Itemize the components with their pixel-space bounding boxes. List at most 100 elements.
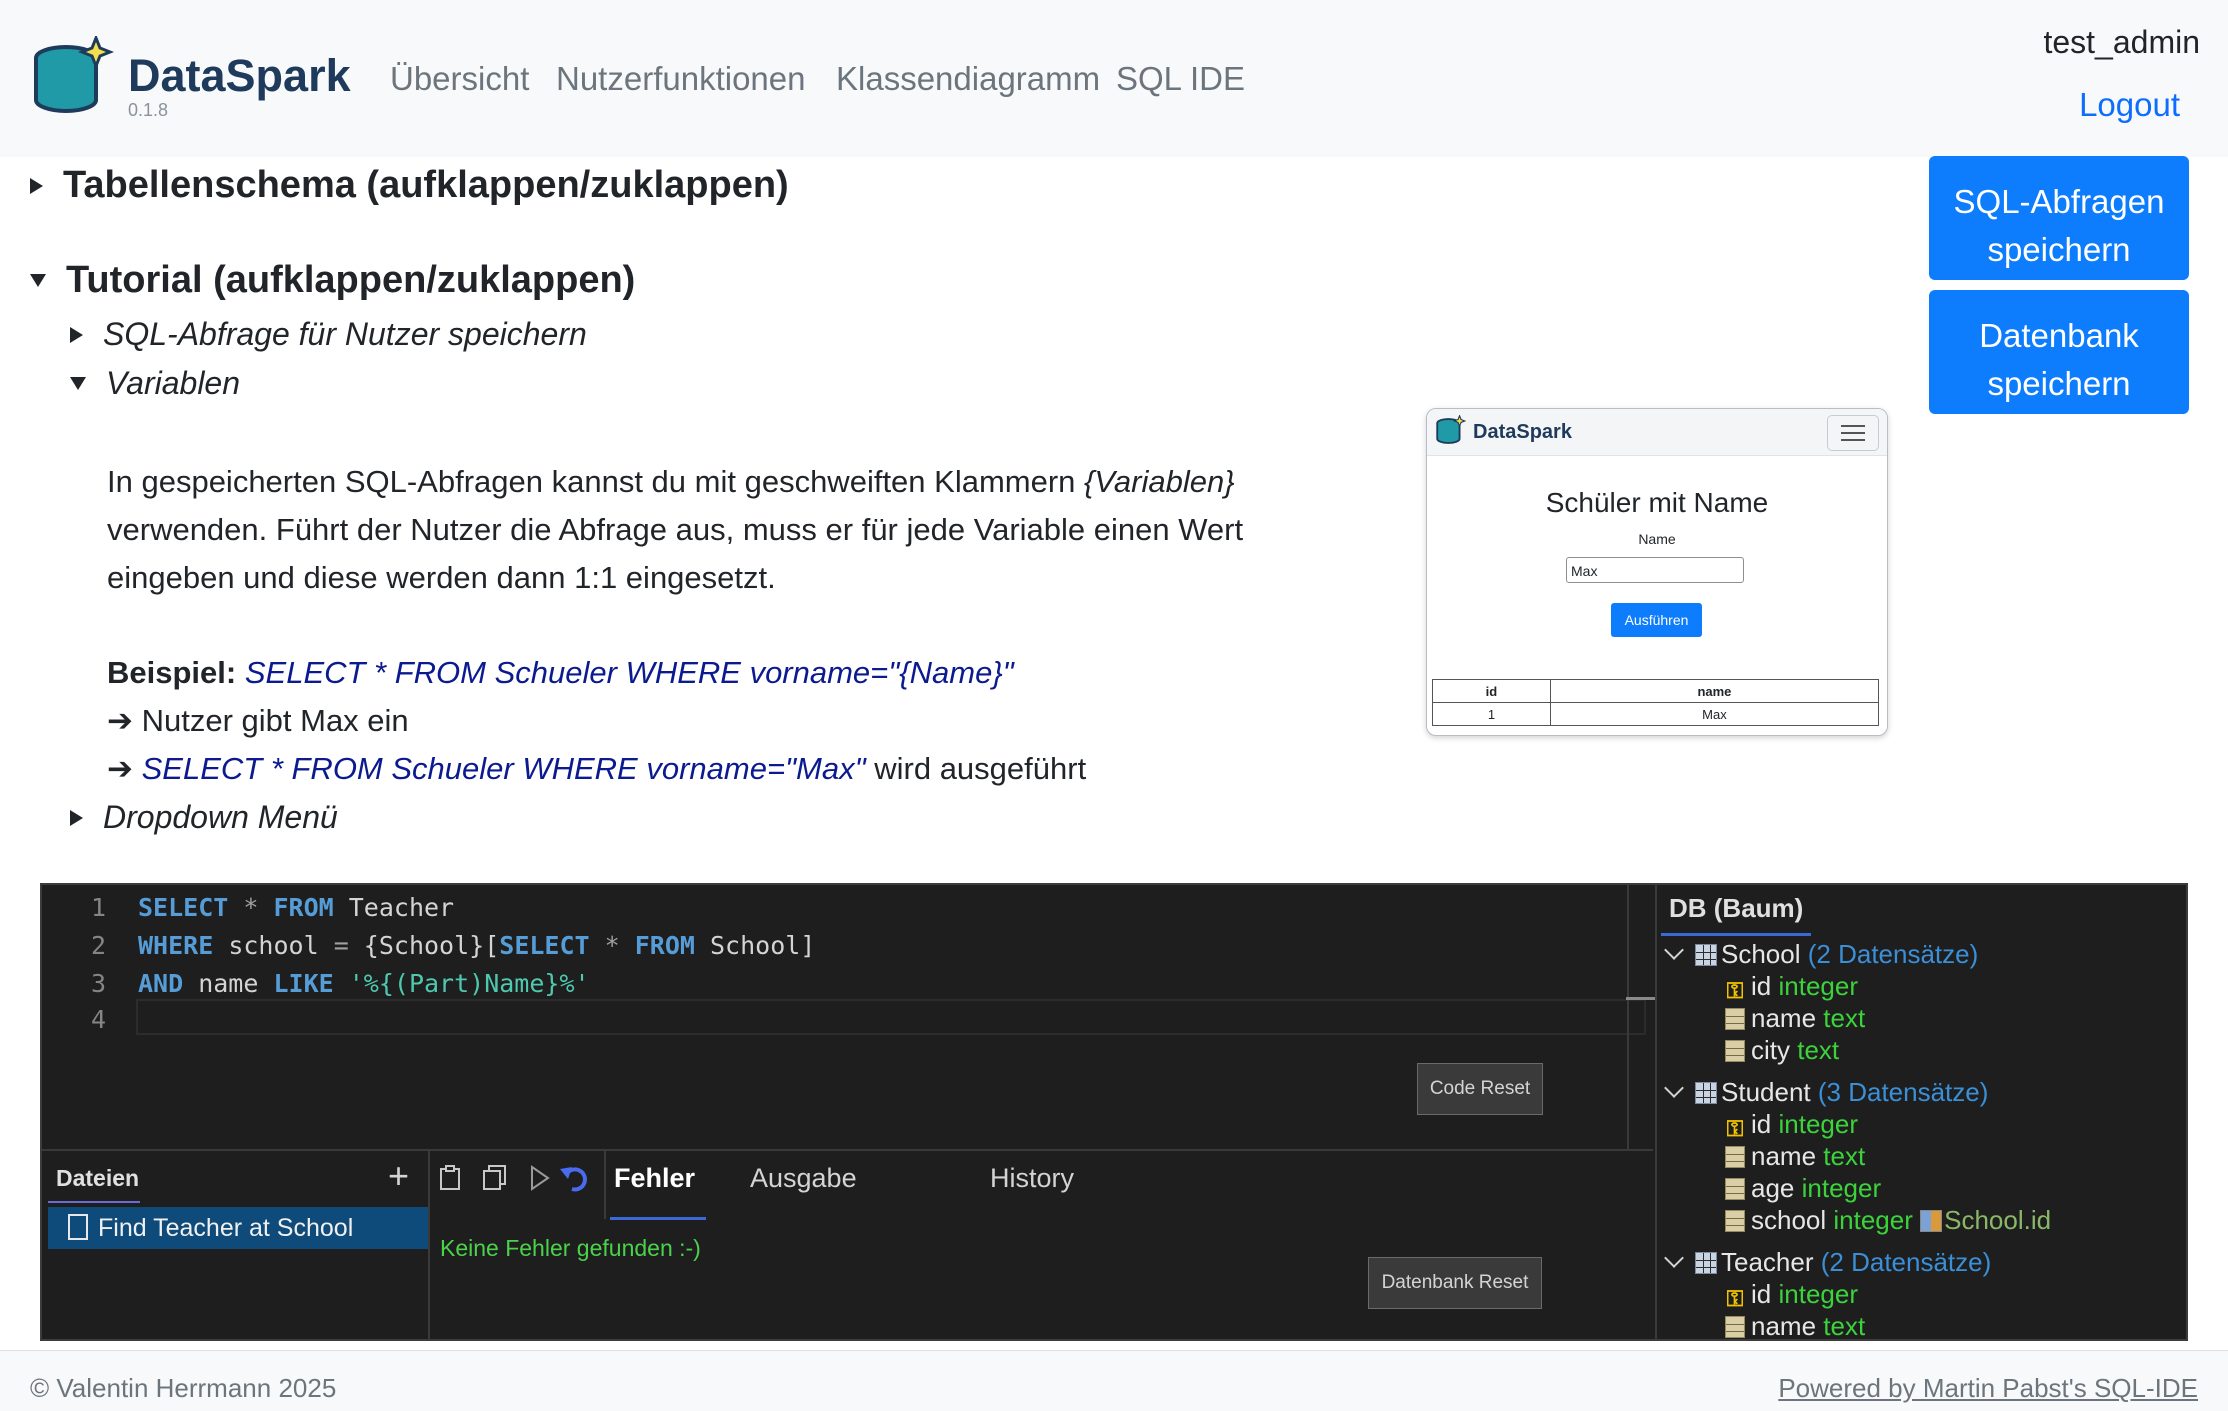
- database-logo-icon[interactable]: [30, 36, 116, 122]
- file-item[interactable]: Find Teacher at School: [48, 1207, 428, 1249]
- bottom-panel: Dateien + Find Teacher at School Fehler …: [42, 1149, 1653, 1341]
- variables-text-line-2: verwenden. Führt der Nutzer die Abfrage …: [107, 512, 1244, 547]
- copyright: © Valentin Herrmann 2025: [30, 1373, 337, 1403]
- tree-table-school[interactable]: School (2 Datensätze): [1657, 939, 1978, 970]
- code-line: 2 WHERE school = {School}[SELECT * FROM S…: [90, 931, 816, 960]
- brand-name[interactable]: DataSpark: [128, 50, 351, 102]
- nav-klassendiagramm[interactable]: Klassendiagramm: [836, 60, 1100, 98]
- code-editor[interactable]: 1 SELECT * FROM Teacher 2 WHERE school = {…: [42, 885, 1646, 1149]
- tree-column[interactable]: age integer: [1725, 1173, 1881, 1204]
- save-database-button[interactable]: Datenbank speichern: [1929, 290, 2189, 414]
- nav-nutzerfunktionen[interactable]: Nutzerfunktionen: [556, 60, 805, 98]
- variables-text-line-1: In gespeicherten SQL-Abfragen kannst du …: [107, 464, 1235, 499]
- column-icon: [1725, 1210, 1745, 1232]
- variables-text-line-3: eingeben und diese werden dann 1:1 einge…: [107, 560, 776, 595]
- database-logo-icon: [1436, 415, 1467, 444]
- tree-column[interactable]: ⚿ id integer: [1725, 971, 1858, 1002]
- preview-run-button: Ausführen: [1611, 603, 1702, 637]
- table-icon: [1695, 944, 1717, 966]
- table-icon: [1695, 1082, 1717, 1104]
- tree-table-student[interactable]: Student (3 Datensätze): [1657, 1077, 1988, 1108]
- tutorial-summary[interactable]: Tutorial (aufklappen/zuklappen): [30, 259, 635, 302]
- paste-icon[interactable]: [436, 1163, 466, 1193]
- foreign-key-reference: School.id: [1944, 1205, 2052, 1235]
- schema-summary[interactable]: Tabellenschema (aufklappen/zuklappen): [30, 164, 789, 207]
- files-panel: Dateien + Find Teacher at School: [42, 1151, 430, 1341]
- database-reset-button[interactable]: Datenbank Reset: [1368, 1257, 1542, 1309]
- current-line-highlight: [136, 999, 1646, 1035]
- column-icon: [1725, 1146, 1745, 1168]
- toolbar-divider: [604, 1151, 606, 1219]
- tree-column[interactable]: ⚿ id integer: [1725, 1279, 1858, 1310]
- tree-table-teacher[interactable]: Teacher (2 Datensätze): [1657, 1247, 1991, 1278]
- output-panel: Fehler Ausgabe History Keine Fehler gefu…: [430, 1151, 1653, 1341]
- powered-by-link[interactable]: Powered by Martin Pabst's SQL-IDE: [1778, 1373, 2198, 1404]
- foreign-key-icon: [1920, 1210, 1943, 1232]
- chevron-down-icon[interactable]: [1664, 940, 1684, 960]
- tree-column[interactable]: name text: [1725, 1141, 1865, 1172]
- primary-key-icon: ⚿: [1726, 978, 1744, 1003]
- example-line: Beispiel: SELECT * FROM Schueler WHERE v…: [107, 655, 1014, 690]
- editor-divider: [1627, 885, 1629, 1149]
- navbar: DataSpark 0.1.8 Übersicht Nutzerfunktion…: [0, 0, 2228, 157]
- app-version: 0.1.8: [128, 100, 169, 120]
- collapsed-triangle-icon: [70, 809, 83, 826]
- code-reset-button[interactable]: Code Reset: [1417, 1063, 1543, 1115]
- column-icon: [1725, 1178, 1745, 1200]
- chevron-down-icon[interactable]: [1664, 1078, 1684, 1098]
- column-icon: [1725, 1316, 1745, 1338]
- preview-result-table: id name 1 Max: [1432, 679, 1880, 726]
- preview-navbar: DataSpark: [1427, 409, 1887, 456]
- primary-key-icon: ⚿: [1726, 1116, 1744, 1141]
- expanded-triangle-icon: [30, 274, 46, 287]
- error-status-text: Keine Fehler gefunden :-): [440, 1235, 701, 1261]
- files-tab-underline: [48, 1201, 140, 1203]
- example-step-1: ➔ Nutzer gibt Max ein: [107, 703, 409, 738]
- nav-sql-ide[interactable]: SQL IDE: [1116, 60, 1245, 98]
- preview-label: Name: [1638, 531, 1676, 547]
- tree-column[interactable]: city text: [1725, 1035, 1839, 1066]
- chevron-down-icon[interactable]: [1664, 1248, 1684, 1268]
- username: test_admin: [2043, 24, 2200, 60]
- copy-icon[interactable]: [480, 1163, 510, 1193]
- collapsed-triangle-icon: [30, 177, 43, 194]
- db-tree-underline: [1661, 933, 1811, 936]
- footer: © Valentin Herrmann 2025 Powered by Mart…: [0, 1350, 2228, 1411]
- code-line: 4: [90, 1005, 106, 1034]
- column-icon: [1725, 1040, 1745, 1062]
- code-line: 1 SELECT * FROM Teacher: [90, 893, 455, 922]
- preview-brand: DataSpark: [1473, 421, 1572, 443]
- file-icon: [68, 1214, 88, 1240]
- subsection-dropdown[interactable]: Dropdown Menü: [70, 799, 338, 836]
- add-file-icon[interactable]: +: [388, 1155, 409, 1197]
- active-tab-underline: [610, 1217, 706, 1220]
- tree-column[interactable]: name text: [1725, 1003, 1865, 1034]
- db-tree-panel: DB (Baum) School (2 Datensätze) ⚿ id inte…: [1655, 885, 2190, 1339]
- expanded-triangle-icon: [70, 377, 86, 390]
- column-icon: [1725, 1008, 1745, 1030]
- editor-scrollbar[interactable]: [1626, 997, 1656, 1000]
- primary-key-icon: ⚿: [1726, 1286, 1744, 1311]
- subsection-save-query[interactable]: SQL-Abfrage für Nutzer speichern: [70, 316, 587, 353]
- tree-column[interactable]: ⚿ id integer: [1725, 1109, 1858, 1140]
- save-queries-button[interactable]: SQL-Abfragen speichern: [1929, 156, 2189, 280]
- table-icon: [1695, 1252, 1717, 1274]
- logout-link[interactable]: Logout: [2079, 86, 2180, 124]
- tab-ausgabe[interactable]: Ausgabe: [750, 1163, 857, 1194]
- collapsed-triangle-icon: [70, 326, 83, 343]
- files-title: Dateien: [56, 1165, 140, 1191]
- tree-column[interactable]: name text: [1725, 1311, 1865, 1339]
- example-step-2: ➔ SELECT * FROM Schueler WHERE vorname="…: [107, 751, 1087, 786]
- preview-screenshot: DataSpark Schüler mit Name Name Max Ausf…: [1426, 408, 1888, 736]
- undo-icon[interactable]: [558, 1163, 590, 1193]
- sql-ide: 1 SELECT * FROM Teacher 2 WHERE school = {…: [40, 883, 2188, 1341]
- tree-column[interactable]: school integer School.id: [1725, 1205, 2051, 1236]
- tab-fehler[interactable]: Fehler: [614, 1163, 695, 1194]
- tab-history[interactable]: History: [990, 1163, 1074, 1194]
- subsection-variables[interactable]: Variablen: [70, 365, 240, 402]
- nav-uebersicht[interactable]: Übersicht: [390, 60, 529, 98]
- preview-title: Schüler mit Name: [1545, 487, 1769, 518]
- hamburger-menu-icon: [1827, 415, 1879, 451]
- db-tree-title: DB (Baum): [1669, 893, 1804, 923]
- run-icon[interactable]: [528, 1163, 552, 1193]
